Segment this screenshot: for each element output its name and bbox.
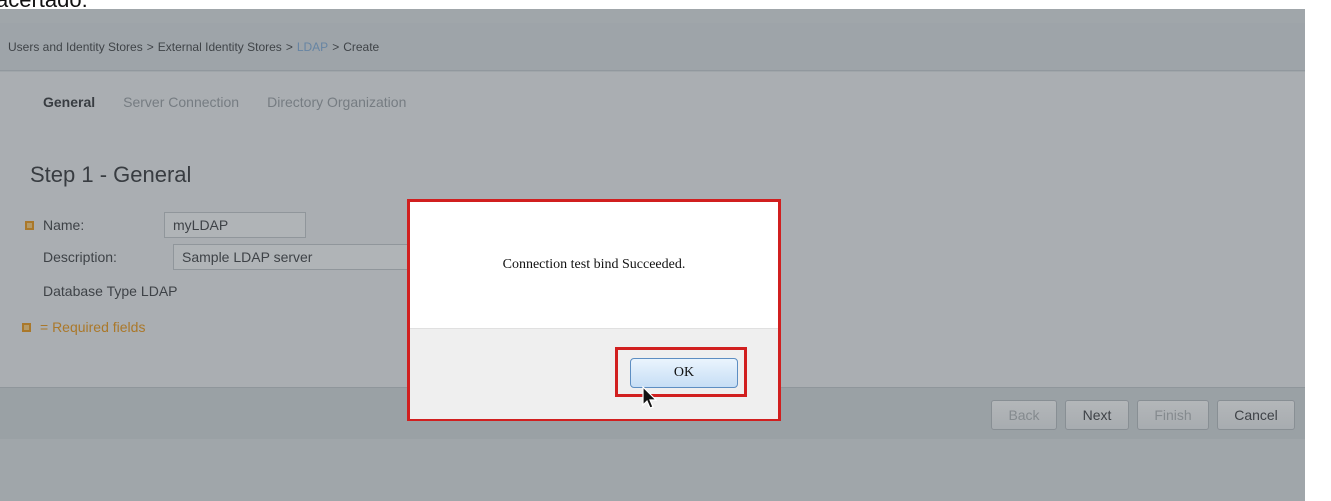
mouse-pointer-icon [642,386,658,409]
ok-button[interactable]: OK [630,358,738,388]
right-gutter [1305,9,1331,501]
dialog-body: Connection test bind Succeeded. [410,202,778,328]
ok-button-highlight: OK [615,347,747,397]
dialog-message: Connection test bind Succeeded. [502,257,686,272]
dialog-footer: OK [410,328,778,419]
connection-test-dialog: Connection test bind Succeeded. OK [407,199,781,421]
app-window: Users and Identity Stores > External Ide… [0,9,1331,501]
